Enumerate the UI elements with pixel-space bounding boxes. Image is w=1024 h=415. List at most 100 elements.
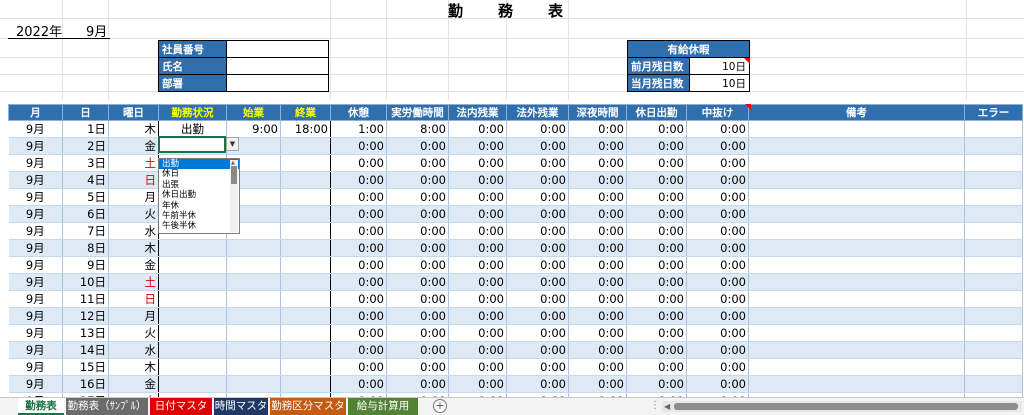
end-cell[interactable] [280, 307, 331, 325]
work-hours-cell[interactable]: 0:00 [386, 358, 449, 376]
night-hours-cell[interactable]: 0:00 [568, 188, 627, 206]
start-cell[interactable]: 9:00 [226, 120, 281, 138]
status-cell[interactable] [158, 273, 227, 291]
remarks-cell[interactable] [748, 324, 965, 342]
extra-overtime-cell[interactable]: 0:00 [506, 273, 569, 291]
work-hours-cell[interactable]: 0:00 [386, 324, 449, 342]
night-hours-cell[interactable]: 0:00 [568, 358, 627, 376]
legal-overtime-cell[interactable]: 0:00 [448, 188, 507, 206]
night-hours-cell[interactable]: 0:00 [568, 171, 627, 189]
weekday-cell[interactable]: 金 [108, 137, 159, 155]
remarks-cell[interactable] [748, 154, 965, 172]
end-cell[interactable] [280, 375, 331, 393]
day-cell[interactable]: 2日 [62, 137, 109, 155]
col-header-month[interactable]: 月 [8, 104, 63, 121]
remarks-cell[interactable] [748, 273, 965, 291]
extra-overtime-cell[interactable]: 0:00 [506, 154, 569, 172]
night-hours-cell[interactable]: 0:00 [568, 375, 627, 393]
holiday-work-cell[interactable]: 0:00 [626, 307, 687, 325]
legal-overtime-cell[interactable]: 0:00 [448, 358, 507, 376]
break-out-cell[interactable]: 0:00 [686, 324, 749, 342]
rest-cell[interactable]: 0:00 [330, 188, 387, 206]
error-cell[interactable] [964, 307, 1023, 325]
col-header-start[interactable]: 始業 [226, 104, 281, 121]
legal-overtime-cell[interactable]: 0:00 [448, 256, 507, 274]
weekday-cell[interactable]: 火 [108, 205, 159, 223]
col-header-work-hours[interactable]: 実労働時間 [386, 104, 449, 121]
month-cell[interactable]: 9月 [8, 358, 63, 376]
status-cell[interactable] [158, 324, 227, 342]
cur-month-leave-value[interactable]: 10日 [689, 74, 750, 92]
work-hours-cell[interactable]: 0:00 [386, 375, 449, 393]
end-cell[interactable] [280, 154, 331, 172]
work-hours-cell[interactable]: 0:00 [386, 154, 449, 172]
col-header-weekday[interactable]: 曜日 [108, 104, 159, 121]
dropdown-option[interactable]: 出張 [159, 180, 239, 190]
extra-overtime-cell[interactable]: 0:00 [506, 171, 569, 189]
col-header-holiday-work[interactable]: 休日出勤 [626, 104, 687, 121]
remarks-cell[interactable] [748, 256, 965, 274]
day-cell[interactable]: 11日 [62, 290, 109, 308]
month-cell[interactable]: 9月 [8, 256, 63, 274]
holiday-work-cell[interactable]: 0:00 [626, 205, 687, 223]
col-header-night-hours[interactable]: 深夜時間 [568, 104, 627, 121]
col-header-legal-overtime[interactable]: 法内残業 [448, 104, 507, 121]
weekday-cell[interactable]: 土 [108, 154, 159, 172]
night-hours-cell[interactable]: 0:00 [568, 307, 627, 325]
break-out-cell[interactable]: 0:00 [686, 154, 749, 172]
night-hours-cell[interactable]: 0:00 [568, 273, 627, 291]
spreadsheet-sheet[interactable]: 勤 務 表 2022年 9月 社員番号 氏名 部署 有給休暇 前月残日数 10日… [0, 0, 1024, 397]
active-cell-status[interactable] [158, 136, 226, 153]
remarks-cell[interactable] [748, 188, 965, 206]
rest-cell[interactable]: 0:00 [330, 239, 387, 257]
holiday-work-cell[interactable]: 0:00 [626, 341, 687, 359]
remarks-cell[interactable] [748, 137, 965, 155]
end-cell[interactable]: 18:00 [280, 120, 331, 138]
extra-overtime-cell[interactable]: 0:00 [506, 205, 569, 223]
break-out-cell[interactable]: 0:00 [686, 222, 749, 240]
remarks-cell[interactable] [748, 120, 965, 138]
legal-overtime-cell[interactable]: 0:00 [448, 307, 507, 325]
horizontal-scroll-thumb[interactable] [674, 403, 1018, 410]
holiday-work-cell[interactable]: 0:00 [626, 273, 687, 291]
rest-cell[interactable]: 0:00 [330, 222, 387, 240]
weekday-cell[interactable]: 木 [108, 239, 159, 257]
rest-cell[interactable]: 0:00 [330, 307, 387, 325]
holiday-work-cell[interactable]: 0:00 [626, 239, 687, 257]
legal-overtime-cell[interactable]: 0:00 [448, 120, 507, 138]
sheet-tab[interactable]: 日付マスタ [150, 398, 212, 415]
col-header-rest[interactable]: 休憩 [330, 104, 387, 121]
night-hours-cell[interactable]: 0:00 [568, 239, 627, 257]
holiday-work-cell[interactable]: 0:00 [626, 256, 687, 274]
legal-overtime-cell[interactable]: 0:00 [448, 375, 507, 393]
month-cell[interactable]: 9月 [8, 273, 63, 291]
holiday-work-cell[interactable]: 0:00 [626, 188, 687, 206]
weekday-cell[interactable]: 水 [108, 222, 159, 240]
status-cell[interactable] [158, 290, 227, 308]
dropdown-arrow-icon[interactable]: ▼ [226, 137, 239, 151]
employee-name-field[interactable] [226, 57, 329, 75]
work-hours-cell[interactable]: 0:00 [386, 222, 449, 240]
night-hours-cell[interactable]: 0:00 [568, 256, 627, 274]
error-cell[interactable] [964, 256, 1023, 274]
break-out-cell[interactable]: 0:00 [686, 375, 749, 393]
holiday-work-cell[interactable]: 0:00 [626, 137, 687, 155]
legal-overtime-cell[interactable]: 0:00 [448, 324, 507, 342]
extra-overtime-cell[interactable]: 0:00 [506, 341, 569, 359]
month-cell[interactable]: 9月 [8, 120, 63, 138]
break-out-cell[interactable]: 0:00 [686, 205, 749, 223]
holiday-work-cell[interactable]: 0:00 [626, 154, 687, 172]
end-cell[interactable] [280, 341, 331, 359]
status-cell[interactable] [158, 341, 227, 359]
extra-overtime-cell[interactable]: 0:00 [506, 307, 569, 325]
holiday-work-cell[interactable]: 0:00 [626, 324, 687, 342]
work-hours-cell[interactable]: 8:00 [386, 120, 449, 138]
month-cell[interactable]: 9月 [8, 171, 63, 189]
legal-overtime-cell[interactable]: 0:00 [448, 171, 507, 189]
rest-cell[interactable]: 0:00 [330, 324, 387, 342]
error-cell[interactable] [964, 120, 1023, 138]
weekday-cell[interactable]: 日 [108, 290, 159, 308]
remarks-cell[interactable] [748, 222, 965, 240]
legal-overtime-cell[interactable]: 0:00 [448, 154, 507, 172]
end-cell[interactable] [280, 273, 331, 291]
